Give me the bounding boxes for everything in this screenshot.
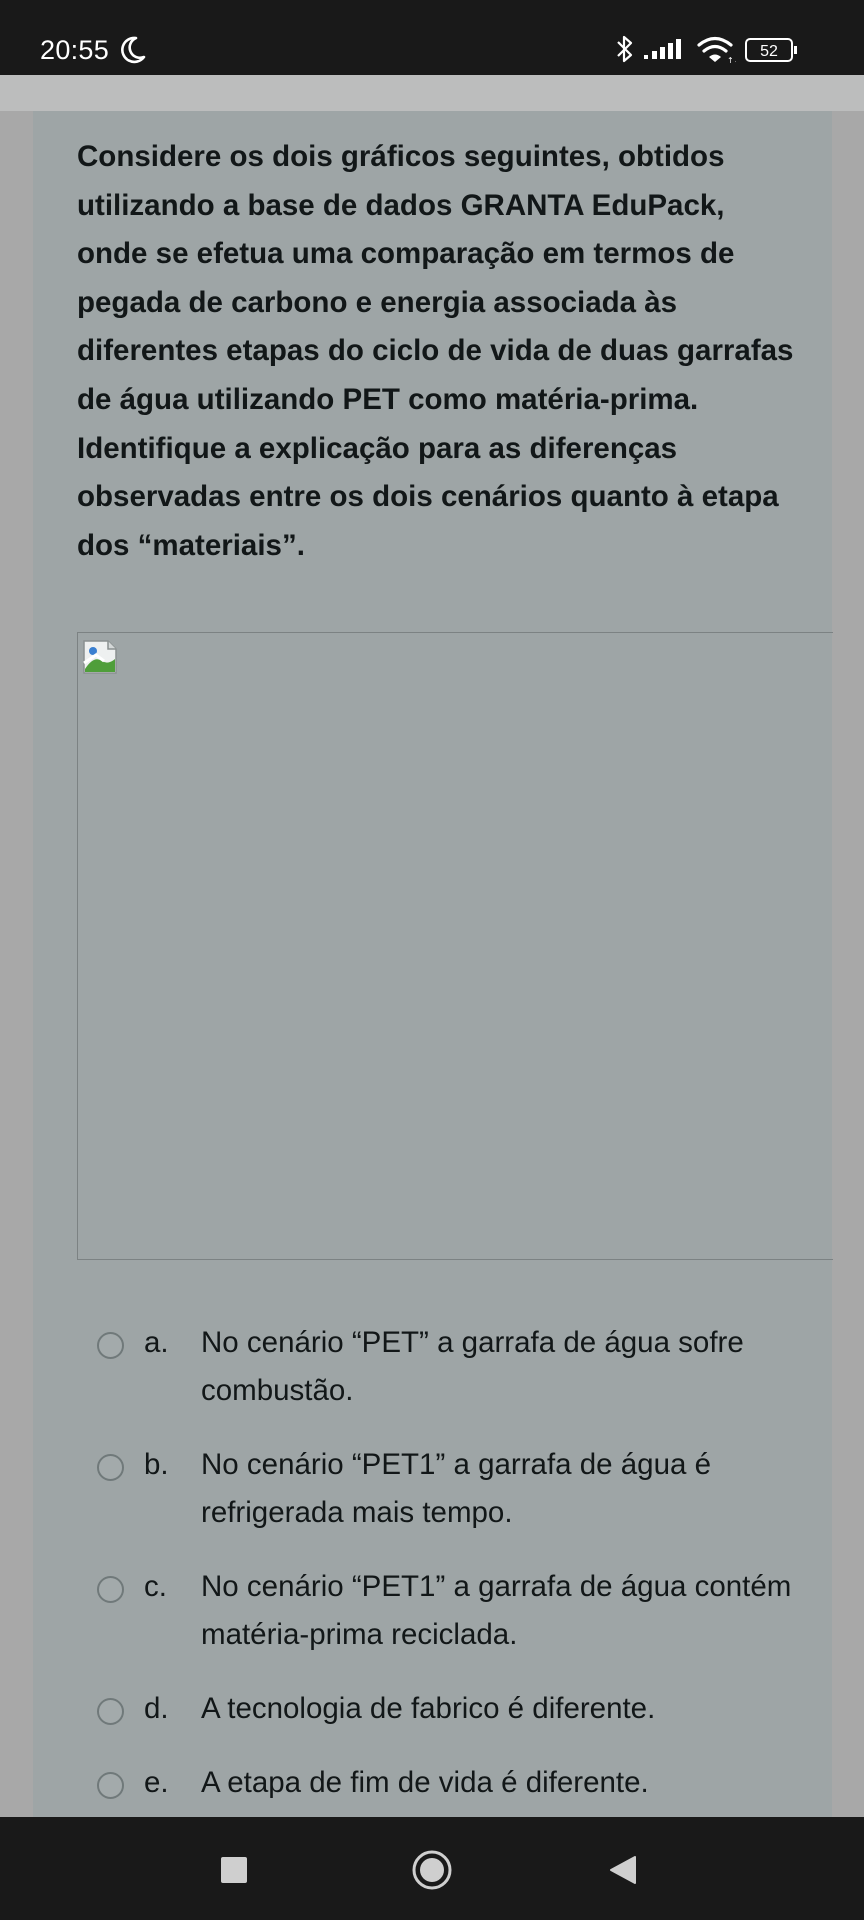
radio-button-b[interactable] (97, 1454, 124, 1481)
navigation-bar (0, 1817, 864, 1920)
option-text: A tecnologia de fabrico é diferente. (201, 1692, 656, 1725)
recents-button[interactable] (184, 1817, 284, 1920)
option-letter: a. (144, 1326, 169, 1359)
option-text: No cenário “PET1” a garrafa de água é re… (201, 1448, 711, 1529)
question-text: Considere os dois gráficos seguintes, ob… (77, 140, 794, 562)
broken-image-icon (83, 640, 117, 674)
back-button[interactable] (572, 1817, 672, 1920)
radio-button-d[interactable] (97, 1698, 124, 1725)
option-letter: c. (144, 1570, 167, 1603)
home-button[interactable] (382, 1817, 482, 1920)
radio-button-c[interactable] (97, 1576, 124, 1603)
svg-text:↑↓: ↑↓ (727, 56, 736, 65)
top-band (0, 75, 864, 111)
recents-square-icon (221, 1857, 247, 1883)
question-image (77, 632, 833, 1260)
option-text: No cenário “PET1” a garrafa de água cont… (201, 1570, 792, 1651)
moon-icon (121, 36, 146, 64)
battery-level: 52 (760, 43, 778, 60)
option-e[interactable]: e. A etapa de fim de vida é diferente. (33, 1759, 832, 1807)
option-d[interactable]: d. A tecnologia de fabrico é diferente. (33, 1685, 832, 1733)
back-triangle-icon (610, 1856, 636, 1884)
status-bar: 20:55 ↑↓ 52 (0, 0, 864, 75)
status-icons: ↑↓ 52 (614, 33, 814, 67)
option-letter: d. (144, 1692, 169, 1725)
option-a[interactable]: a. No cenário “PET” a garrafa de água so… (33, 1319, 832, 1415)
bluetooth-icon (617, 35, 633, 63)
option-text: No cenário “PET” a garrafa de água sofre… (201, 1326, 744, 1407)
status-time: 20:55 (40, 35, 110, 65)
signal-icon (644, 39, 681, 59)
wifi-icon: ↑↓ (697, 36, 736, 65)
option-letter: b. (144, 1448, 169, 1481)
option-letter: e. (144, 1766, 169, 1799)
radio-button-e[interactable] (97, 1772, 124, 1799)
question-card: Considere os dois gráficos seguintes, ob… (33, 111, 833, 1817)
option-c[interactable]: c. No cenário “PET1” a garrafa de água c… (33, 1563, 832, 1659)
home-circle-icon (412, 1850, 452, 1890)
radio-button-a[interactable] (97, 1332, 124, 1359)
option-text: A etapa de fim de vida é diferente. (201, 1766, 649, 1799)
option-b[interactable]: b. No cenário “PET1” a garrafa de água é… (33, 1441, 832, 1537)
battery-icon: 52 (745, 38, 797, 62)
